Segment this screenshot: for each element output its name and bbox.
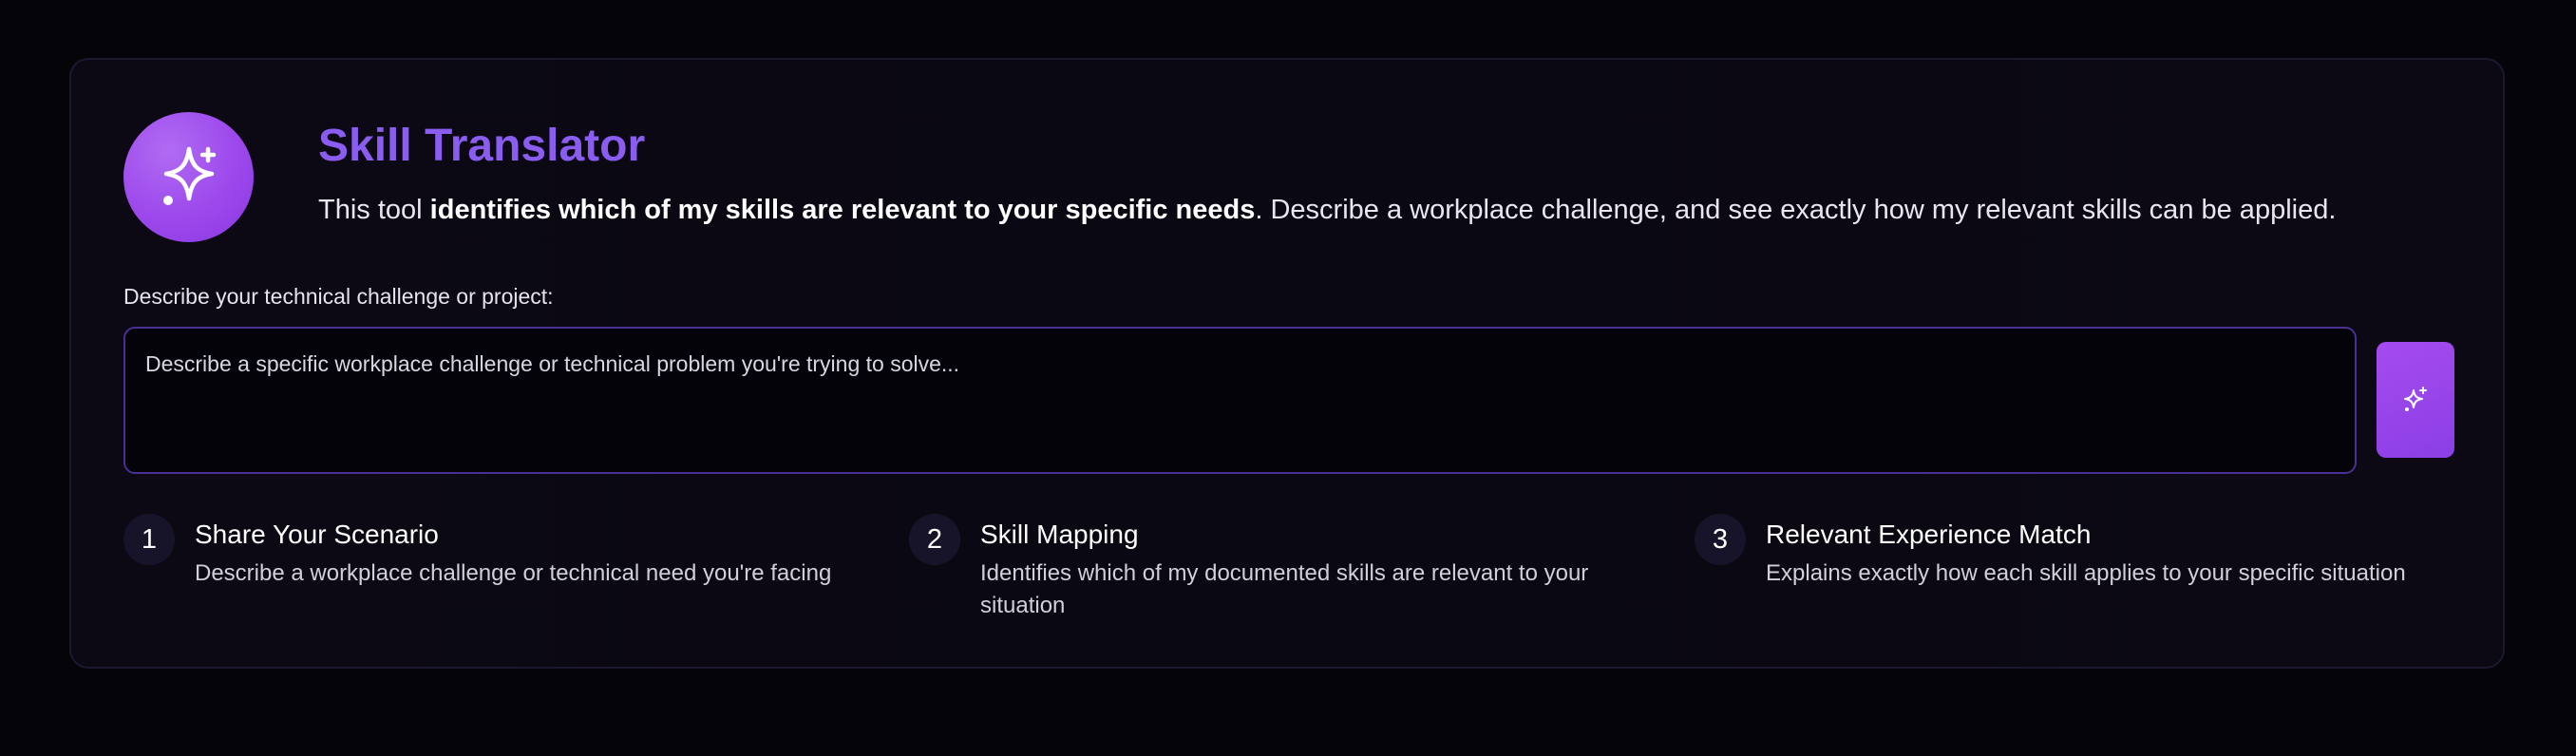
step-description: Identifies which of my documented skills…	[980, 560, 1589, 618]
description-prefix: This tool	[318, 195, 430, 225]
step-skill-mapping: 2 Skill Mapping Identifies which of my d…	[909, 514, 1650, 618]
challenge-input[interactable]	[123, 327, 2357, 474]
step-title: Skill Mapping	[980, 520, 1139, 549]
sparkles-icon	[2404, 387, 2427, 411]
step-number: 3	[1695, 514, 1746, 565]
step-number: 1	[123, 514, 175, 565]
page-description: This tool identifies which of my skills …	[318, 193, 2336, 229]
page-title: Skill Translator	[318, 121, 646, 171]
skill-translator-card: Skill Translator This tool identifies wh…	[69, 58, 2505, 669]
step-share-scenario: 1 Share Your Scenario Describe a workpla…	[123, 514, 864, 618]
description-suffix: . Describe a workplace challenge, and se…	[1255, 195, 2337, 225]
step-title: Relevant Experience Match	[1766, 520, 2092, 549]
step-number: 2	[909, 514, 960, 565]
description-highlight: identifies which of my skills are releva…	[429, 195, 1256, 225]
step-description: Explains exactly how each skill applies …	[1766, 560, 2406, 586]
step-title: Share Your Scenario	[195, 520, 439, 549]
step-experience-match: 3 Relevant Experience Match Explains exa…	[1695, 514, 2454, 618]
step-description: Describe a workplace challenge or techni…	[195, 560, 832, 586]
translate-submit-button[interactable]	[2377, 342, 2454, 458]
sparkles-icon	[123, 112, 254, 242]
challenge-field-label: Describe your technical challenge or pro…	[123, 284, 554, 309]
